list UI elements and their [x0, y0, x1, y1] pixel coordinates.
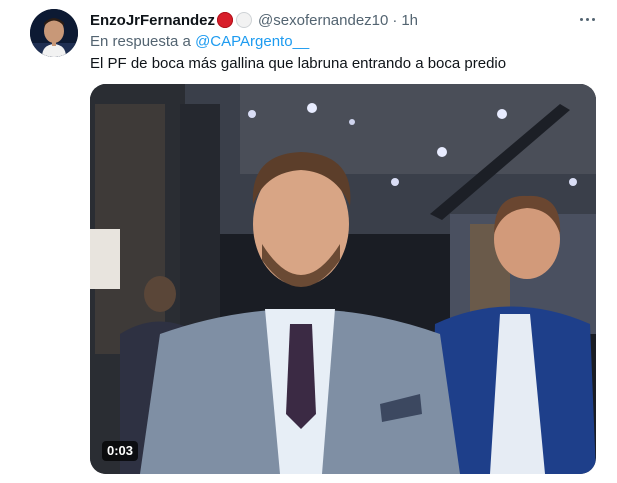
more-dot [579, 17, 583, 21]
timestamp[interactable]: 1h [401, 12, 418, 29]
white-circle-emoji-icon [236, 12, 253, 28]
separator-dot: · [392, 11, 398, 29]
avatar[interactable] [30, 9, 78, 57]
video-frame [90, 84, 596, 474]
reply-mention-link[interactable]: @CAPArgento__ [195, 33, 309, 50]
tweet[interactable]: EnzoJrFernandez @sexofernandez10 · 1h En… [0, 0, 617, 483]
more-horizontal-icon[interactable] [574, 8, 600, 30]
video-duration-badge: 0:03 [102, 441, 139, 461]
display-name[interactable]: EnzoJrFernandez [90, 12, 215, 29]
reply-context: En respuesta a @CAPArgento__ [90, 33, 309, 50]
reply-prefix: En respuesta a [90, 33, 191, 50]
video-player[interactable] [90, 84, 596, 474]
red-circle-emoji-icon [217, 12, 234, 28]
more-dot [591, 17, 595, 21]
tweet-text: El PF de boca más gallina que labruna en… [90, 55, 507, 72]
avatar-image [30, 9, 78, 57]
user-handle[interactable]: @sexofernandez10 [258, 12, 388, 29]
more-dot [585, 17, 589, 21]
tweet-header: EnzoJrFernandez @sexofernandez10 · 1h [90, 10, 418, 30]
